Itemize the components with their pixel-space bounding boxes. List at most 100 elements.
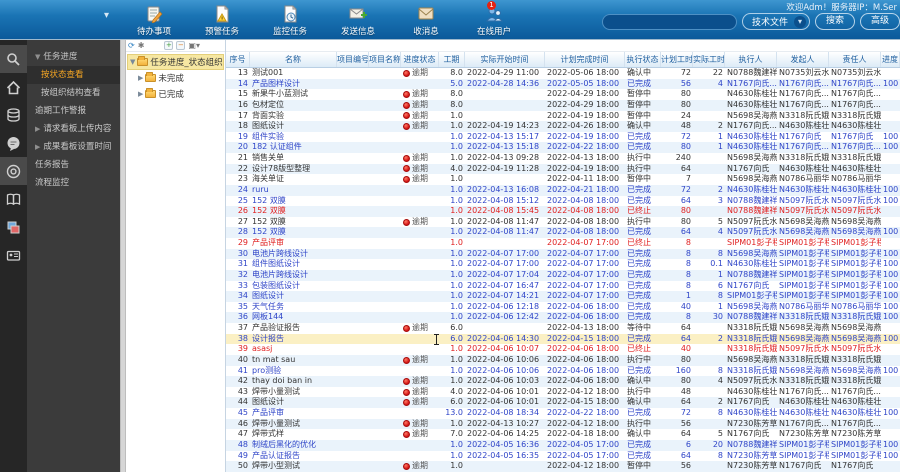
table-row[interactable]: 32 电池片跨线设计 1.0 2022-04-07 17:04 2022-04-07 1…	[226, 269, 900, 281]
collapse-arrow-icon[interactable]: ▾	[104, 10, 109, 21]
table-row[interactable]: 50 焊带小型测试 逾期 1.0 2022-04-12 18:00 暂停中 56 N7230陈…	[226, 461, 900, 472]
task-name-link[interactable]: 焊带小量测试	[252, 387, 300, 396]
column-header[interactable]: 计划完成时间	[545, 52, 625, 67]
column-header[interactable]: 发起人	[777, 52, 829, 67]
task-name-link[interactable]: 182 认证组件	[252, 142, 302, 151]
task-name-link[interactable]: 产品评审	[252, 408, 284, 417]
task-name-link[interactable]: 销售关单	[252, 153, 284, 162]
task-name-link[interactable]: 图纸设计	[252, 397, 284, 406]
sidebar-item[interactable]: 按状态查看	[27, 66, 120, 84]
task-name-link[interactable]: 产品认证报告	[252, 451, 300, 460]
task-name-link[interactable]: 组件图纸设计	[252, 259, 300, 268]
column-header[interactable]: 执行状态	[625, 52, 661, 67]
task-name-link[interactable]: 设计报告	[252, 334, 284, 343]
table-row[interactable]: 33 包装图纸设计 1.0 2022-04-07 16:47 2022-04-07 17…	[226, 281, 900, 292]
idcard-icon[interactable]	[0, 241, 27, 269]
tree-root-node[interactable]: ▼ 任务进度_状态组织	[127, 54, 224, 70]
table-row[interactable]: 19 组件实验 1.0 2022-04-13 15:17 2022-04-19 18:0…	[226, 132, 900, 143]
table-row[interactable]: 49 产品认证报告 1.0 2022-04-05 16:35 2022-04-05 17…	[226, 451, 900, 462]
column-header[interactable]: 工期	[439, 52, 465, 67]
search-icon[interactable]	[0, 45, 27, 73]
column-header[interactable]: 序号	[226, 52, 250, 67]
sidebar-item[interactable]: ▶ 请求看板上传内容	[27, 120, 120, 138]
task-name-link[interactable]: 产品评审	[252, 238, 284, 247]
table-row[interactable]: 36 网板144 1.0 2022-04-06 12:42 2022-04-06 18:…	[226, 312, 900, 323]
table-row[interactable]: 35 天气任务 1.0 2022-04-06 12:18 2022-04-06 18:0…	[226, 302, 900, 313]
column-header[interactable]: 实际工时	[693, 52, 725, 67]
toolbar-item[interactable]: 发送信息	[332, 5, 384, 37]
table-row[interactable]: 20 182 认证组件 1.0 2022-04-13 15:18 2022-04-22 …	[226, 142, 900, 153]
task-name-link[interactable]: 焊带式样	[252, 429, 284, 438]
table-row[interactable]: 31 组件图纸设计 1.0 2022-04-07 17:00 2022-04-07 17…	[226, 259, 900, 270]
table-row[interactable]: 44 图纸设计 逾期 6.0 2022-04-06 10:01 2022-04-15 18…	[226, 397, 900, 408]
table-row[interactable]: 25 152 双膜 1.0 2022-04-08 15:12 2022-04-08 18…	[226, 196, 900, 207]
table-row[interactable]: 46 焊带小量测试 逾期 1.0 2022-04-13 10:27 2022-04-12 …	[226, 418, 900, 430]
toolbar-item[interactable]: 预警任务	[196, 5, 248, 37]
task-name-link[interactable]: 设计78版型整理	[252, 164, 310, 173]
search-category-select[interactable]: 技术文件 ▾	[741, 13, 810, 30]
table-row[interactable]: 41 pro测验 1.0 2022-04-06 10:06 2022-04-06 18:…	[226, 366, 900, 377]
task-name-link[interactable]: 图纸设计	[252, 121, 284, 130]
sidebar-item[interactable]: ▶ 成果看板设置时间	[27, 138, 120, 156]
table-row[interactable]: 28 152 双膜 1.0 2022-04-08 11:47 2022-04-08 18…	[226, 227, 900, 238]
table-row[interactable]: 24 ruru 1.0 2022-04-13 16:08 2022-04-21 18:0…	[226, 184, 900, 196]
table-row[interactable]: 17 背面实验 逾期 1.0 2022-04-19 18:00 暂停中 24 N5698吴海燕…	[226, 111, 900, 122]
toolbar-item[interactable]: 监控任务	[264, 5, 316, 37]
task-name-link[interactable]: 图纸设计	[252, 291, 284, 300]
task-name-link[interactable]: pro测验	[252, 366, 281, 375]
column-header[interactable]: 进度	[881, 52, 900, 67]
home-icon[interactable]	[0, 73, 27, 101]
column-header[interactable]: 计划工时	[661, 52, 693, 67]
task-name-link[interactable]: 产品验证报告	[252, 323, 300, 332]
task-name-link[interactable]: ruru	[252, 185, 269, 194]
task-name-link[interactable]: asasj	[252, 344, 272, 353]
task-name-link[interactable]: 新果牛小蓝测试	[252, 89, 308, 98]
task-name-link[interactable]: 焊带小量测试	[252, 419, 300, 428]
settings-icon[interactable]: ✱	[138, 41, 145, 50]
task-name-link[interactable]: 152 双膜	[252, 217, 286, 226]
task-name-link[interactable]: 152 双膜	[252, 206, 286, 215]
toolbar-item[interactable]: 1 在线用户	[468, 1, 520, 37]
view-mode-icon[interactable]: ▣▾	[188, 41, 200, 50]
table-row[interactable]: 39 asasj 1.0 2022-04-06 10:07 2022-04-06 18:…	[226, 344, 900, 355]
table-row[interactable]: 48 制绒后黑化的优化 1.0 2022-04-05 16:36 2022-04-05 …	[226, 439, 900, 451]
table-row[interactable]: 30 电池片跨线设计 1.0 2022-04-07 17:00 2022-04-07 1…	[226, 248, 900, 260]
column-header[interactable]: 进度状态	[401, 52, 439, 67]
task-name-link[interactable]: 152 双膜	[252, 196, 286, 205]
chat-icon[interactable]	[0, 129, 27, 157]
column-header[interactable]: 项目编号	[337, 52, 369, 67]
table-row[interactable]: 22 设计78版型整理 逾期 4.0 2022-04-19 11:28 2022-04-1…	[226, 163, 900, 175]
search-input[interactable]	[601, 13, 737, 30]
database-icon[interactable]	[0, 101, 27, 129]
advanced-search-button[interactable]: 高级	[859, 13, 900, 30]
task-name-link[interactable]: 背面实验	[252, 111, 284, 120]
table-row[interactable]: 29 产品评审 1.0 2022-04-07 17:00 已终止 8 SIPM01彭子程 SI…	[226, 238, 900, 249]
table-row[interactable]: 15 新果牛小蓝测试 逾期 8.0 2022-04-29 18:00 暂停中 80 N4630…	[226, 89, 900, 100]
task-name-link[interactable]: 制绒后黑化的优化	[252, 440, 316, 449]
sidebar-item[interactable]: 任务报告	[27, 156, 120, 174]
task-name-link[interactable]: 焊带小型测试	[252, 461, 300, 470]
sidebar-item[interactable]: 流程监控	[27, 174, 120, 192]
table-row[interactable]: 45 产品评审 13.0 2022-04-08 18:34 2022-04-22 18:…	[226, 408, 900, 419]
table-row[interactable]: 42 thay doi ban in 逾期 1.0 2022-04-06 10:03 20…	[226, 376, 900, 387]
toolbar-item[interactable]: 待办事项	[128, 5, 180, 37]
task-name-link[interactable]: 测试001	[252, 68, 283, 77]
table-row[interactable]: 26 152 双膜 1.0 2022-04-08 15:45 2022-04-08 18…	[226, 206, 900, 217]
task-name-link[interactable]: 产品图样设计	[252, 79, 300, 88]
table-row[interactable]: 14 产品图样设计 5.0 2022-04-28 14:36 2022-05-05 18…	[226, 78, 900, 90]
expand-all-icon[interactable]: +	[164, 41, 174, 50]
layers-icon[interactable]	[0, 213, 27, 241]
sidebar-item[interactable]: 逾期工作警报	[27, 102, 120, 120]
task-name-link[interactable]: thay doi ban in	[252, 376, 312, 385]
table-row[interactable]: 40 tn mat sau 逾期 1.0 2022-04-06 10:06 2022-04…	[226, 354, 900, 366]
task-name-link[interactable]: 网板144	[252, 312, 283, 321]
search-button[interactable]: 搜索	[814, 13, 855, 30]
column-header[interactable]: 名称	[250, 52, 337, 67]
task-name-link[interactable]: 包装图纸设计	[252, 281, 300, 290]
table-row[interactable]: 13 测试001 逾期 8.0 2022-04-29 11:00 2022-05-06 1…	[226, 68, 900, 79]
column-header[interactable]: 实际开始时间	[465, 52, 545, 67]
table-row[interactable]: 47 焊带式样 逾期 7.0 2022-04-06 14:25 2022-04-18 18…	[226, 429, 900, 440]
book-icon[interactable]	[0, 185, 27, 213]
column-header[interactable]: 项目名称	[369, 52, 401, 67]
table-row[interactable]: 18 图纸设计 逾期 1.0 2022-04-19 14:23 2022-04-26 18…	[226, 121, 900, 132]
